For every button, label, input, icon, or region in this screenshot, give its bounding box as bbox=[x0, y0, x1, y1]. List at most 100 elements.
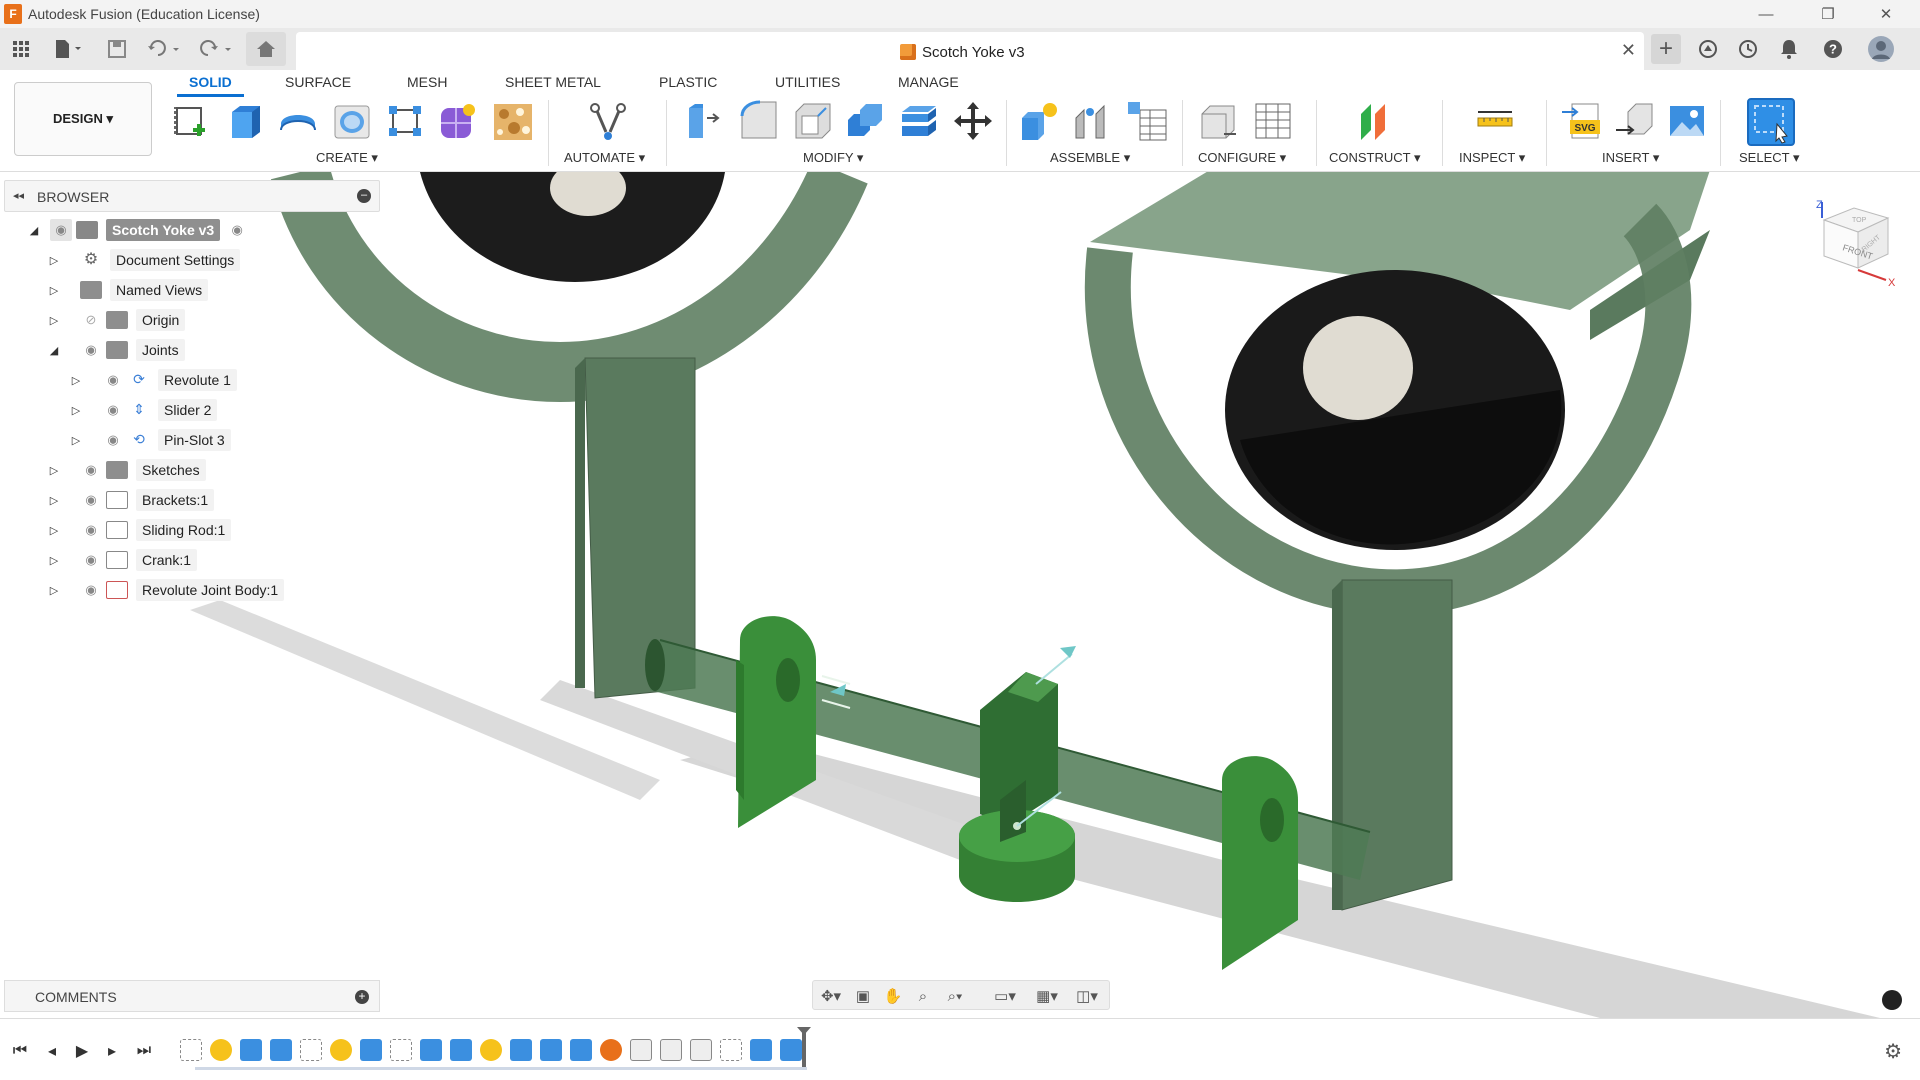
visibility-eye-icon[interactable]: ◉ bbox=[50, 219, 72, 241]
timeline-extrude-feature[interactable] bbox=[240, 1039, 262, 1061]
orbit-icon[interactable]: ✥▾ bbox=[817, 986, 845, 1006]
display-settings-icon[interactable]: ▭▾ bbox=[991, 986, 1019, 1006]
configuration-table-icon[interactable] bbox=[1252, 100, 1294, 142]
expand-arrow-icon[interactable]: ▷ bbox=[68, 434, 84, 447]
add-comment-icon[interactable]: + bbox=[355, 990, 369, 1004]
chat-icon[interactable] bbox=[1882, 990, 1902, 1010]
timeline-joint-feature[interactable] bbox=[660, 1039, 682, 1061]
play-prev-icon[interactable]: ◂ bbox=[40, 1039, 64, 1063]
timeline-extrude-feature[interactable] bbox=[360, 1039, 382, 1061]
play-first-icon[interactable]: ⏮ bbox=[8, 1039, 32, 1063]
restore-button[interactable]: ❐ bbox=[1810, 2, 1846, 26]
pattern-icon[interactable] bbox=[385, 100, 427, 142]
tree-item-brackets[interactable]: ▷ ◉ Brackets:1 bbox=[46, 487, 215, 513]
close-tab-icon[interactable]: ✕ bbox=[1621, 40, 1636, 61]
tab-surface[interactable]: SURFACE bbox=[285, 74, 351, 90]
new-tab-icon[interactable]: + bbox=[1651, 34, 1681, 64]
help-icon[interactable]: ? bbox=[1818, 34, 1848, 64]
configure-menu[interactable]: CONFIGURE ▾ bbox=[1198, 150, 1286, 166]
browser-panel-header[interactable]: ◂◂ BROWSER – bbox=[4, 180, 380, 212]
configure-icon[interactable] bbox=[1198, 100, 1240, 142]
timeline-joint-feature[interactable] bbox=[630, 1039, 652, 1061]
minimize-browser-icon[interactable]: – bbox=[357, 189, 371, 203]
play-next-icon[interactable]: ▸ bbox=[100, 1039, 124, 1063]
tree-item-joints[interactable]: ◢ ◉ Joints bbox=[46, 337, 185, 363]
close-window-button[interactable]: ✕ bbox=[1868, 2, 1904, 26]
derive-icon[interactable] bbox=[492, 100, 534, 142]
play-icon[interactable]: ▶ bbox=[70, 1039, 94, 1063]
expand-arrow-icon[interactable]: ▷ bbox=[46, 254, 62, 267]
visibility-eye-icon[interactable]: ◉ bbox=[80, 339, 102, 361]
collapse-arrow-icon[interactable]: ◢ bbox=[26, 224, 42, 237]
modify-menu[interactable]: MODIFY ▾ bbox=[803, 150, 863, 166]
visibility-eye-icon[interactable]: ◉ bbox=[80, 459, 102, 481]
timeline-sketch-feature[interactable] bbox=[390, 1039, 412, 1061]
expand-arrow-icon[interactable]: ▷ bbox=[46, 554, 62, 567]
automate-icon[interactable] bbox=[587, 100, 629, 142]
timeline-sketch-feature[interactable] bbox=[180, 1039, 202, 1061]
save-icon[interactable] bbox=[104, 36, 130, 62]
joint-icon[interactable] bbox=[1072, 100, 1114, 142]
press-pull-icon[interactable] bbox=[683, 100, 725, 142]
canvas-image-icon[interactable] bbox=[1666, 100, 1708, 142]
measure-icon[interactable] bbox=[1474, 100, 1516, 142]
visibility-eye-icon[interactable]: ◉ bbox=[80, 489, 102, 511]
expand-arrow-icon[interactable]: ▷ bbox=[46, 464, 62, 477]
tree-item-slider-2[interactable]: ▷ ◉ ⇕ Slider 2 bbox=[68, 397, 218, 423]
grid-menu-icon[interactable] bbox=[8, 36, 34, 62]
comments-panel[interactable]: COMMENTS + bbox=[4, 980, 380, 1012]
view-cube[interactable]: FRONT TOP RIGHT Z X bbox=[1812, 198, 1900, 289]
shell-icon[interactable] bbox=[792, 100, 834, 142]
expand-arrow-icon[interactable]: ▷ bbox=[46, 584, 62, 597]
timeline-component-feature[interactable] bbox=[480, 1039, 502, 1061]
fit-icon[interactable]: ⌕▾ bbox=[941, 986, 969, 1006]
redo-icon[interactable] bbox=[196, 36, 236, 62]
avatar[interactable] bbox=[1866, 34, 1896, 64]
combine-icon[interactable] bbox=[844, 100, 886, 142]
expand-arrow-icon[interactable]: ▷ bbox=[68, 374, 84, 387]
expand-arrow-icon[interactable]: ▷ bbox=[46, 524, 62, 537]
timeline-extrude-feature[interactable] bbox=[270, 1039, 292, 1061]
tree-item-crank[interactable]: ▷ ◉ Crank:1 bbox=[46, 547, 198, 573]
timeline-extrude-feature[interactable] bbox=[750, 1039, 772, 1061]
insert-derive-icon[interactable] bbox=[1614, 100, 1656, 142]
minimize-button[interactable]: — bbox=[1748, 2, 1784, 26]
timeline-extrude-feature[interactable] bbox=[540, 1039, 562, 1061]
timeline-marker[interactable] bbox=[797, 1027, 811, 1067]
extensions-icon[interactable] bbox=[1693, 34, 1723, 64]
tree-item-sketches[interactable]: ▷ ◉ Sketches bbox=[46, 457, 206, 483]
form-icon[interactable] bbox=[437, 100, 479, 142]
look-at-icon[interactable]: ▣ bbox=[849, 986, 877, 1006]
timeline-settings-icon[interactable]: ⚙ bbox=[1884, 1039, 1902, 1064]
grid-settings-icon[interactable]: ▦▾ bbox=[1033, 986, 1061, 1006]
pan-icon[interactable]: ✋ bbox=[879, 986, 907, 1006]
notifications-icon[interactable] bbox=[1774, 34, 1804, 64]
timeline-sketch-feature[interactable] bbox=[300, 1039, 322, 1061]
tree-item-pin-slot-3[interactable]: ▷ ◉ ⟲ Pin-Slot 3 bbox=[68, 427, 231, 453]
insert-svg-icon[interactable]: SVG bbox=[1560, 100, 1602, 142]
timeline-extrude-feature[interactable] bbox=[450, 1039, 472, 1061]
tab-mesh[interactable]: MESH bbox=[407, 74, 447, 90]
assemble-menu[interactable]: ASSEMBLE ▾ bbox=[1050, 150, 1130, 166]
zoom-icon[interactable]: ⌕ bbox=[909, 986, 937, 1006]
visibility-eye-icon[interactable]: ◉ bbox=[80, 579, 102, 601]
tree-item-sliding-rod[interactable]: ▷ ◉ Sliding Rod:1 bbox=[46, 517, 232, 543]
expand-arrow-icon[interactable]: ▷ bbox=[46, 314, 62, 327]
timeline-component-feature[interactable] bbox=[210, 1039, 232, 1061]
tree-item-origin[interactable]: ▷ ⊘ Origin bbox=[46, 307, 186, 333]
timeline-extrude-feature[interactable] bbox=[570, 1039, 592, 1061]
visibility-eye-icon[interactable]: ◉ bbox=[102, 429, 124, 451]
new-component-icon[interactable] bbox=[1018, 100, 1060, 142]
automate-menu[interactable]: AUTOMATE ▾ bbox=[564, 150, 645, 166]
timeline-extrude-feature[interactable] bbox=[510, 1039, 532, 1061]
job-status-icon[interactable] bbox=[1733, 34, 1763, 64]
home-icon[interactable] bbox=[246, 32, 286, 66]
tree-item-revolute-1[interactable]: ▷ ◉ ⟳ Revolute 1 bbox=[68, 367, 237, 393]
create-menu[interactable]: CREATE ▾ bbox=[316, 150, 378, 166]
visibility-eye-icon[interactable]: ◉ bbox=[80, 549, 102, 571]
collapse-arrow-icon[interactable]: ◢ bbox=[46, 344, 62, 357]
timeline-component-feature[interactable] bbox=[330, 1039, 352, 1061]
activate-radio-icon[interactable]: ◉ bbox=[226, 219, 248, 241]
tab-sheet-metal[interactable]: SHEET METAL bbox=[505, 74, 601, 90]
visibility-eye-icon[interactable]: ◉ bbox=[80, 519, 102, 541]
